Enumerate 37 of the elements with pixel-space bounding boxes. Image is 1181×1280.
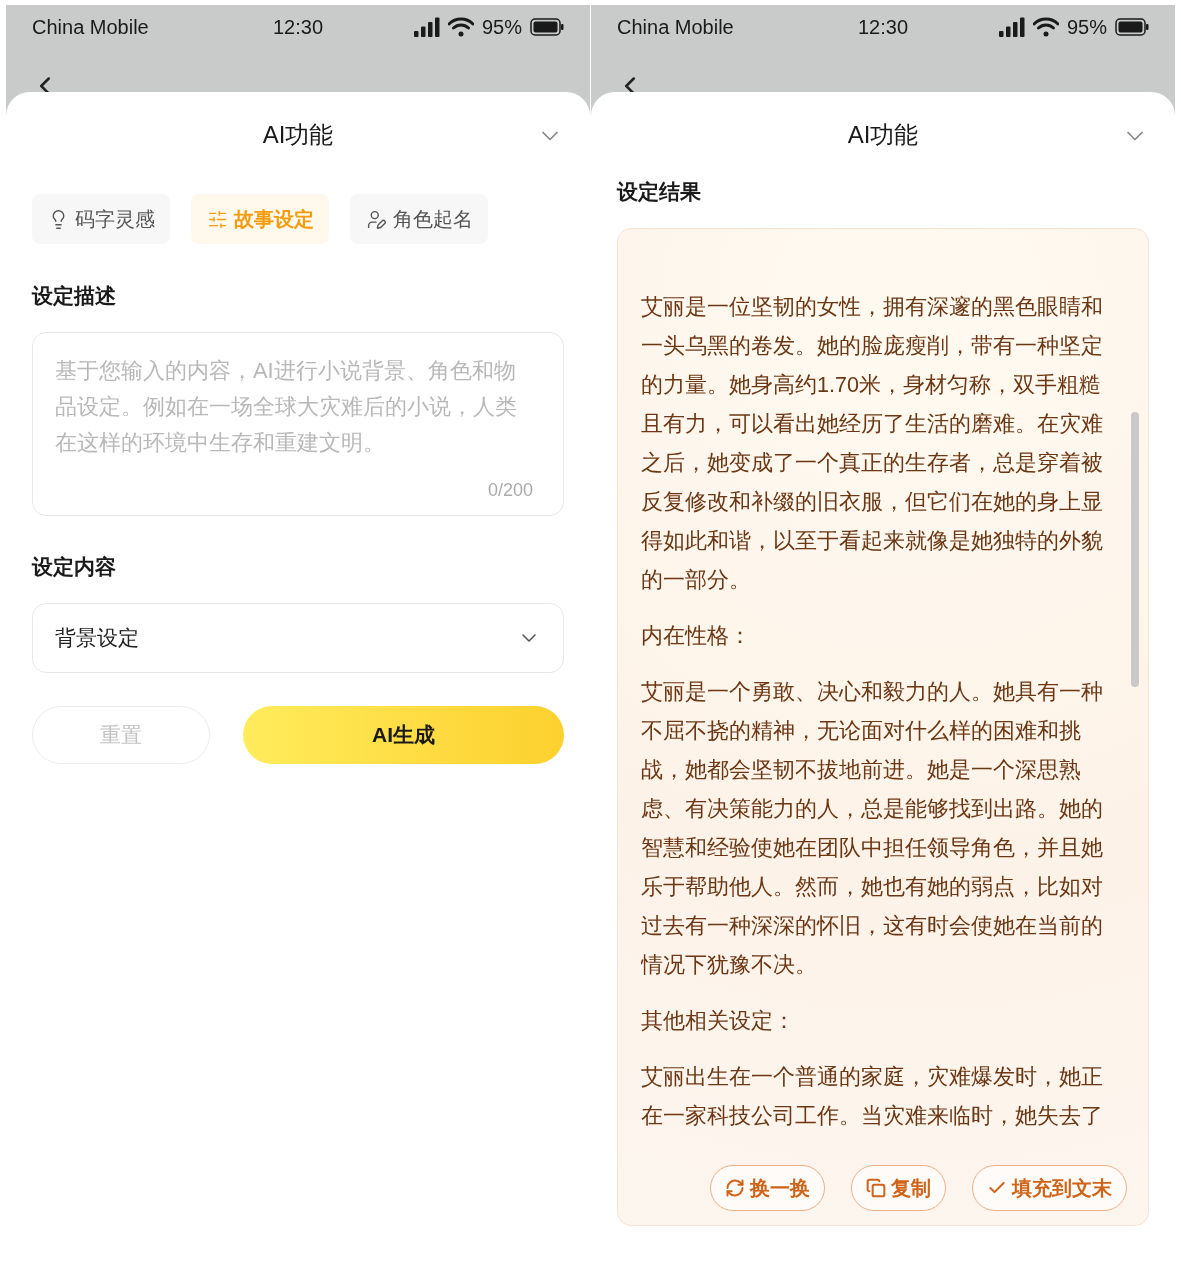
result-paragraph: 其他相关设定： [641, 1008, 796, 1035]
battery-icon [530, 18, 564, 36]
copy-icon [866, 1178, 886, 1198]
clock-time: 12:30 [272, 15, 324, 39]
clock-time: 12:30 [857, 15, 909, 39]
dropdown-field[interactable]: 背景设定 [32, 603, 564, 673]
result-paragraph: 艾丽是一位坚韧的女性，拥有深邃的黑色眼睛和一头乌黑的卷发。她的脸庞瘦削，带有一种坚定的力量。她身高约1.70米，身材匀称，双手粗糙且有力，可以看出她经历了生活的磨难。在灾难之后，她变成了一个真正的生存者，总是穿着被反复修改和补缀的旧衣服，但它们在她的身上显得如此和谐，以至于看起来就像是她独特的外貌的一部分。 [641, 294, 1104, 594]
tab[interactable]: 故事设定 [191, 194, 329, 244]
action-button[interactable]: 填充到文末 [972, 1165, 1127, 1211]
signal-icon [998, 17, 1025, 37]
battery-percent: 95% [1066, 15, 1107, 39]
result-paragraph: 艾丽出生在一个普通的家庭，灾难爆发时，她正在一家科技公司工作。当灾难来临时，她失去了 [641, 1064, 1104, 1130]
user-icon [365, 208, 387, 230]
refresh-icon [725, 1178, 745, 1198]
char-counter: 0/200 [487, 480, 533, 501]
section-label: 设定结果 [617, 179, 702, 205]
tab[interactable]: 码字灵感 [32, 194, 170, 244]
description-field[interactable]: 基于您输入的内容，AI进行小说背景、角色和物品设定。例如在一场全球大灾难后的小说，人类在这样的环境中生存和重建文明。 0/200 [32, 332, 564, 516]
sliders-icon [206, 208, 228, 230]
battery-icon [1115, 18, 1149, 36]
result-paragraph: 艾丽是一个勇敢、决心和毅力的人。她具有一种不屈不挠的精神，无论面对什么样的困难和挑战，她都会坚韧不拔地前进。她是一个深思熟虑、有决策能力的人，总是能够找到出路。她的智慧和经验使她在团队中担任领导角色，并且她乐于帮助他人。然而，她也有她的弱点，比如对过去有一种深深的怀旧，这有时会使她在当前的情况下犹豫不决。 [641, 679, 1104, 979]
action-button[interactable]: 复制 [851, 1165, 946, 1211]
wifi-icon [1032, 17, 1059, 37]
result-paragraph: 内在性格： [641, 623, 752, 650]
carrier-name: China Mobile [617, 15, 734, 39]
battery-percent: 95% [481, 15, 522, 39]
sheet-title: AI功能 [847, 120, 919, 150]
sheet-title: AI功能 [262, 120, 334, 150]
tab[interactable]: 角色起名 [350, 194, 488, 244]
section-label: 设定描述 [32, 283, 117, 309]
signal-icon [413, 17, 440, 37]
scrollbar[interactable] [1131, 412, 1139, 687]
action-button[interactable]: 换一换 [710, 1165, 825, 1211]
generate-button[interactable]: AI生成 [243, 706, 564, 764]
carrier-name: China Mobile [32, 15, 149, 39]
section-label: 设定内容 [32, 554, 117, 580]
wifi-icon [447, 17, 474, 37]
